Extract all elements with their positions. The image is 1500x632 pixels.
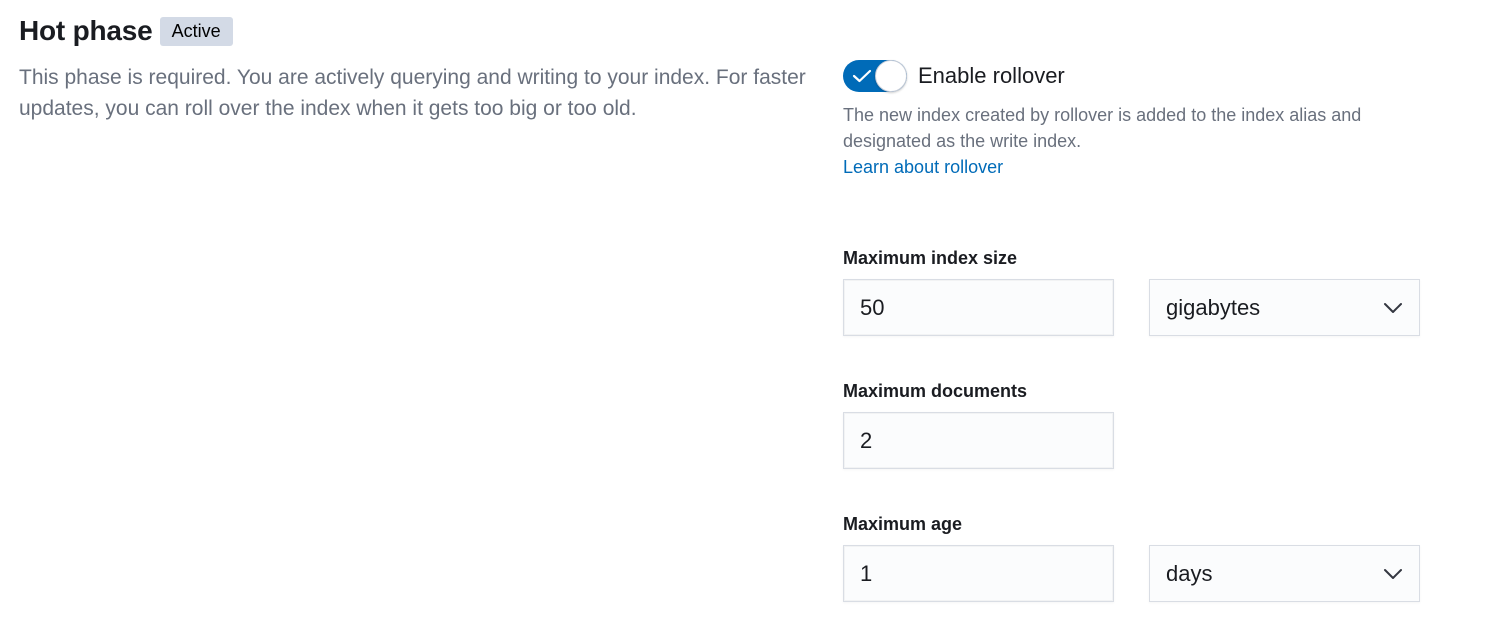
check-icon xyxy=(852,69,872,83)
learn-about-rollover-link[interactable]: Learn about rollover xyxy=(843,154,1403,180)
max-age-unit-value: days xyxy=(1166,560,1213,586)
status-badge: Active xyxy=(159,17,233,46)
rollover-help-text: The new index created by rollover is add… xyxy=(843,105,1362,151)
max-age-unit-select[interactable]: days xyxy=(1149,545,1420,602)
max-index-size-unit-value: gigabytes xyxy=(1166,294,1261,320)
phase-title: Hot phase xyxy=(19,15,153,46)
enable-rollover-toggle[interactable] xyxy=(843,60,907,92)
phase-header: Hot phase Active xyxy=(19,12,233,50)
rollover-help: The new index created by rollover is add… xyxy=(843,102,1403,180)
rollover-switch-row: Enable rollover xyxy=(843,60,1065,92)
enable-rollover-label[interactable]: Enable rollover xyxy=(918,60,1065,92)
max-index-size-input[interactable] xyxy=(843,279,1114,336)
max-age-input[interactable] xyxy=(843,545,1114,602)
toggle-knob xyxy=(875,60,907,92)
chevron-down-icon xyxy=(1384,568,1402,579)
max-documents-label: Maximum documents xyxy=(843,381,1028,401)
max-index-size-unit-select[interactable]: gigabytes xyxy=(1149,279,1420,336)
max-index-size-label: Maximum index size xyxy=(843,248,1018,268)
chevron-down-icon xyxy=(1384,302,1402,313)
phase-description: This phase is required. You are actively… xyxy=(19,66,806,120)
max-documents-input[interactable] xyxy=(843,412,1114,469)
max-age-label: Maximum age xyxy=(843,514,963,534)
